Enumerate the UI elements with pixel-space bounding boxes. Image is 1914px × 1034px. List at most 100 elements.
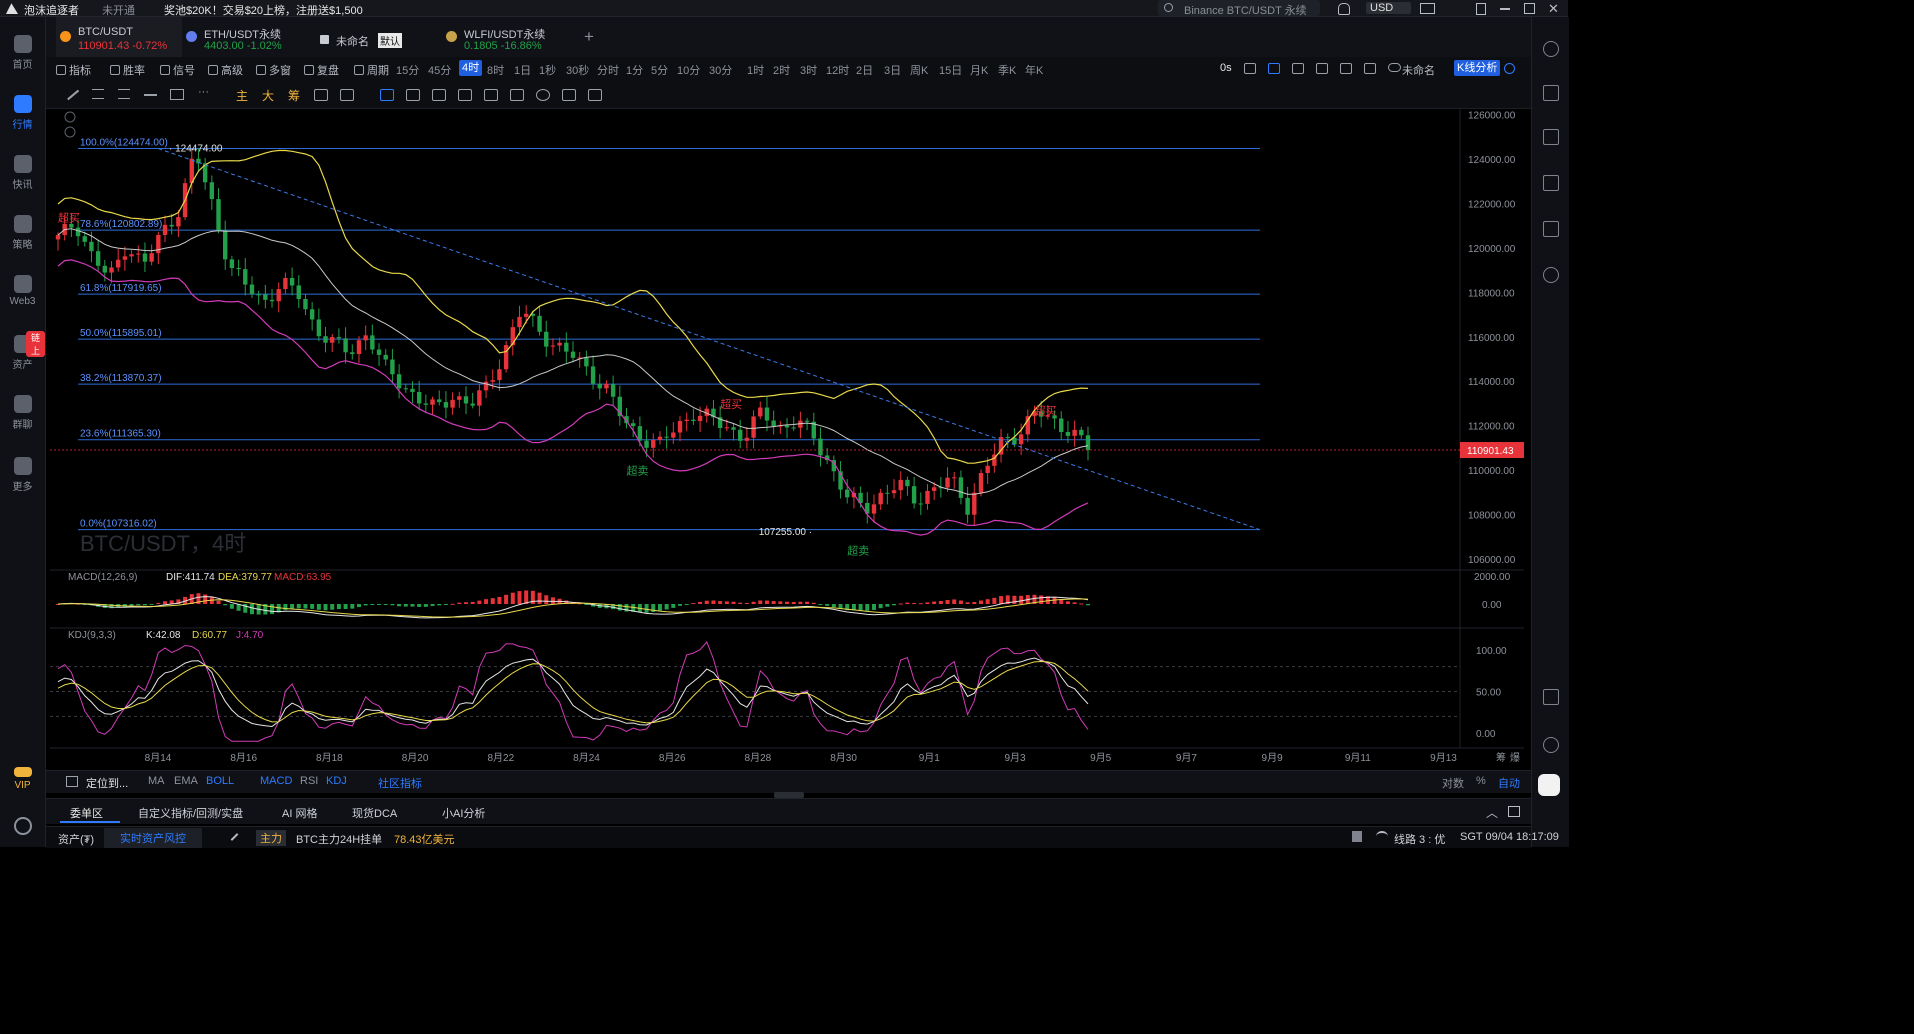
candle-body[interactable] bbox=[89, 241, 94, 252]
candle-body[interactable] bbox=[243, 269, 248, 285]
toolbar-btn-signal[interactable]: 信号 bbox=[160, 62, 195, 78]
draw-label-chips[interactable]: 筹 bbox=[288, 87, 300, 104]
toolbar-btn-multiwindow[interactable]: 多窗 bbox=[256, 62, 291, 78]
candle-body[interactable] bbox=[1079, 429, 1084, 436]
candle-body[interactable] bbox=[891, 490, 897, 494]
pen-icon[interactable] bbox=[432, 89, 446, 101]
gear-icon[interactable] bbox=[1340, 63, 1352, 74]
candle-body[interactable] bbox=[784, 425, 790, 428]
candle-body[interactable] bbox=[430, 399, 435, 405]
risk-control-button[interactable]: 实时资产风控 bbox=[104, 828, 202, 848]
candle-body[interactable] bbox=[136, 253, 141, 255]
period-5[interactable]: 1秒 bbox=[539, 62, 556, 78]
candle-body[interactable] bbox=[343, 338, 348, 353]
candle-body[interactable] bbox=[256, 294, 261, 296]
candle-body[interactable] bbox=[336, 337, 342, 339]
nav-item-6[interactable]: 群聊 bbox=[0, 395, 45, 431]
copy-icon[interactable] bbox=[1292, 63, 1304, 74]
candle-body[interactable] bbox=[309, 309, 315, 320]
toolbar-btn-winrate[interactable]: 胜率 bbox=[110, 62, 145, 78]
candle-body[interactable] bbox=[731, 427, 736, 430]
maximize-icon[interactable] bbox=[1524, 3, 1535, 14]
candle-body[interactable] bbox=[443, 402, 449, 408]
candle-body[interactable] bbox=[584, 357, 589, 367]
period-16[interactable]: 2日 bbox=[856, 62, 873, 78]
candle-body[interactable] bbox=[223, 230, 228, 260]
period-15[interactable]: 12时 bbox=[826, 62, 849, 78]
candle-body[interactable] bbox=[503, 345, 509, 370]
candle-body[interactable] bbox=[169, 224, 174, 227]
candle-body[interactable] bbox=[356, 340, 362, 355]
candle-body[interactable] bbox=[75, 227, 81, 237]
scale-percent[interactable]: % bbox=[1476, 775, 1486, 787]
candle-body[interactable] bbox=[744, 437, 750, 441]
nav-item-2[interactable]: 快讯 bbox=[0, 155, 45, 191]
candle-body[interactable] bbox=[764, 407, 770, 421]
candle-body[interactable] bbox=[905, 479, 910, 487]
toolbar-btn-indicator[interactable]: 指标 bbox=[56, 62, 91, 78]
tab-ai-analysis[interactable]: 小AI分析 bbox=[442, 805, 485, 821]
asset-label[interactable]: 资产(₮) bbox=[58, 831, 94, 847]
chart-area[interactable]: 126000.00 124000.00 122000.00 120000.00 1180… bbox=[50, 108, 1524, 770]
scale-log[interactable]: 对数 bbox=[1442, 775, 1464, 791]
candle-body[interactable] bbox=[570, 351, 576, 358]
indicator-ma[interactable]: MA bbox=[148, 775, 165, 787]
draw-label-big[interactable]: 大 bbox=[262, 87, 274, 104]
fullscreen-icon[interactable] bbox=[1364, 63, 1376, 74]
candle-body[interactable] bbox=[537, 315, 542, 332]
add-tab-icon[interactable]: + bbox=[584, 27, 594, 47]
candle-body[interactable] bbox=[697, 415, 703, 422]
locate-button[interactable]: 定位到... bbox=[86, 775, 128, 791]
period-2[interactable]: 4时 bbox=[459, 60, 483, 76]
period-9[interactable]: 5分 bbox=[651, 62, 668, 78]
candle-body[interactable] bbox=[162, 224, 168, 235]
candle-body[interactable] bbox=[972, 492, 977, 515]
candle-body[interactable] bbox=[758, 407, 763, 417]
rail-calculator-icon[interactable] bbox=[1543, 267, 1559, 283]
candle-body[interactable] bbox=[82, 236, 87, 242]
candle-body[interactable] bbox=[664, 436, 669, 438]
candle-body[interactable] bbox=[952, 477, 957, 479]
period-10[interactable]: 10分 bbox=[677, 62, 700, 78]
candle-body[interactable] bbox=[490, 380, 495, 382]
period-8[interactable]: 1分 bbox=[626, 62, 643, 78]
candle-body[interactable] bbox=[925, 490, 930, 504]
candle-body[interactable] bbox=[564, 342, 569, 352]
candle-body[interactable] bbox=[965, 497, 970, 515]
candle-body[interactable] bbox=[610, 383, 616, 397]
candle-body[interactable] bbox=[1005, 437, 1010, 439]
candle-body[interactable] bbox=[176, 217, 181, 227]
rectangle-tool-icon[interactable] bbox=[170, 89, 184, 100]
candle-body[interactable] bbox=[283, 277, 288, 290]
candle-body[interactable] bbox=[637, 426, 643, 441]
search-input[interactable]: Binance BTC/USDT 永续 bbox=[1184, 2, 1307, 18]
period-0[interactable]: 15分 bbox=[396, 62, 419, 78]
candle-body[interactable] bbox=[791, 427, 796, 429]
candle-body[interactable] bbox=[363, 335, 368, 341]
candle-body[interactable] bbox=[691, 419, 696, 422]
brush-icon[interactable] bbox=[406, 89, 420, 101]
popout-icon[interactable] bbox=[1508, 806, 1520, 817]
rail-ai-icon[interactable] bbox=[1543, 41, 1559, 57]
period-18[interactable]: 周K bbox=[910, 62, 928, 78]
candle-body[interactable] bbox=[209, 182, 215, 200]
candle-body[interactable] bbox=[470, 403, 475, 406]
candle-body[interactable] bbox=[845, 489, 850, 498]
candle-body[interactable] bbox=[457, 396, 462, 400]
candle-body[interactable] bbox=[931, 487, 937, 491]
candle-body[interactable] bbox=[263, 294, 268, 300]
nav-item-4[interactable]: Web3 bbox=[0, 275, 45, 307]
candle-body[interactable] bbox=[671, 432, 676, 438]
candle-body[interactable] bbox=[597, 383, 602, 389]
indicator-boll[interactable]: BOLL bbox=[206, 775, 234, 787]
lock-icon[interactable] bbox=[484, 89, 498, 101]
candle-body[interactable] bbox=[249, 284, 255, 295]
candle-body[interactable] bbox=[396, 374, 402, 389]
candle-body[interactable] bbox=[403, 388, 408, 390]
candle-body[interactable] bbox=[122, 256, 128, 260]
candle-body[interactable] bbox=[604, 383, 609, 389]
period-22[interactable]: 年K bbox=[1025, 62, 1043, 78]
candle-body[interactable] bbox=[276, 289, 281, 302]
fib-tool-icon[interactable] bbox=[380, 89, 394, 101]
candle-body[interactable] bbox=[550, 345, 556, 347]
